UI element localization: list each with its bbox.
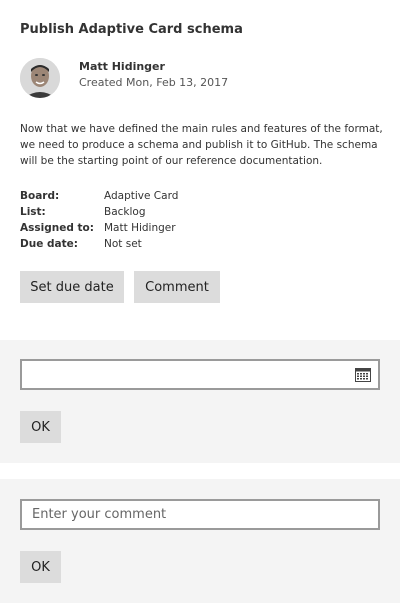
calendar-icon[interactable] bbox=[355, 367, 371, 382]
card-title: Publish Adaptive Card schema bbox=[20, 22, 243, 37]
comment-placeholder: Enter your comment bbox=[32, 507, 167, 522]
date-input[interactable] bbox=[20, 359, 380, 390]
created-date: Created Mon, Feb 13, 2017 bbox=[79, 76, 229, 89]
fact-set: Board: Adaptive Card List: Backlog Assig… bbox=[20, 188, 178, 252]
fact-row-due-date: Due date: Not set bbox=[20, 236, 178, 252]
fact-row-list: List: Backlog bbox=[20, 204, 178, 220]
adaptive-card: Publish Adaptive Card schema Matt Hiding… bbox=[0, 0, 400, 603]
fact-value: Adaptive Card bbox=[104, 190, 179, 202]
fact-value: Not set bbox=[104, 238, 142, 250]
fact-row-assigned: Assigned to: Matt Hidinger bbox=[20, 220, 178, 236]
comment-button[interactable]: Comment bbox=[134, 271, 220, 303]
fact-key: Assigned to: bbox=[20, 222, 94, 234]
due-date-ok-button[interactable]: OK bbox=[20, 411, 61, 443]
fact-key: Board: bbox=[20, 190, 60, 202]
author-name: Matt Hidinger bbox=[79, 60, 165, 73]
set-due-date-button[interactable]: Set due date bbox=[20, 271, 124, 303]
avatar bbox=[20, 58, 60, 98]
card-description: Now that we have defined the main rules … bbox=[20, 123, 383, 167]
fact-value: Backlog bbox=[104, 206, 146, 218]
comment-input[interactable]: Enter your comment bbox=[20, 499, 380, 530]
fact-row-board: Board: Adaptive Card bbox=[20, 188, 178, 204]
comment-ok-button[interactable]: OK bbox=[20, 551, 61, 583]
fact-key: List: bbox=[20, 206, 46, 218]
comment-panel: Enter your comment OK bbox=[0, 479, 400, 603]
due-date-panel: OK bbox=[0, 340, 400, 463]
fact-key: Due date: bbox=[20, 238, 78, 250]
fact-value: Matt Hidinger bbox=[104, 222, 176, 234]
